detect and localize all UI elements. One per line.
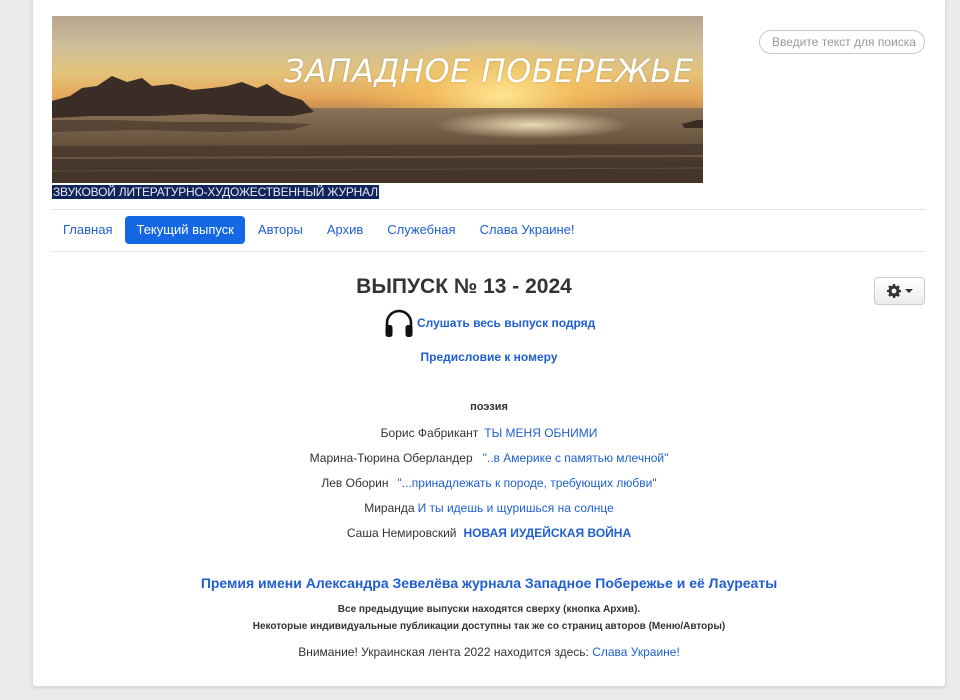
- header-banner[interactable]: ЗАПАДНОЕ ПОБЕРЕЖЬЕ: [52, 16, 703, 183]
- nav-tab-service[interactable]: Служебная: [376, 216, 466, 244]
- list-item: Марина-Тюрина Оберландер "..в Америке с п…: [33, 449, 945, 474]
- preface-link[interactable]: Предисловие к номеру: [33, 350, 945, 364]
- work-link[interactable]: НОВАЯ ИУДЕЙСКАЯ ВОЙНА: [464, 526, 632, 540]
- authors-note: Некоторые индивидуальные публикации дост…: [252, 621, 726, 632]
- list-item: Лев Оборин "...принадлежать к породе, тре…: [33, 474, 945, 499]
- search-input[interactable]: Введите текст для поиска: [759, 30, 925, 54]
- main-nav: Главная Текущий выпуск Авторы Архив Служ…: [52, 216, 587, 244]
- author-name: Саша Немировский: [346, 526, 457, 540]
- listen-all-label[interactable]: Слушать весь выпуск подряд: [417, 316, 595, 330]
- divider: [52, 251, 926, 252]
- author-name: Марина-Тюрина Оберландер: [309, 451, 473, 465]
- issue-title: ВЫПУСК № 13 - 2024: [356, 275, 572, 298]
- work-link[interactable]: ТЫ МЕНЯ ОБНИМИ: [484, 426, 597, 440]
- archive-note: Все предыдущие выпуски находятся сверху …: [337, 604, 641, 615]
- list-item: Миранда И ты идешь и щуришься на солнце: [33, 499, 945, 524]
- nav-tab-home[interactable]: Главная: [52, 216, 123, 244]
- poetry-list: Борис Фабрикант ТЫ МЕНЯ ОБНИМИ Марина-Тюр…: [33, 424, 945, 549]
- listen-all-link[interactable]: Слушать весь выпуск подряд: [383, 306, 595, 340]
- author-name: Миранда: [364, 501, 415, 515]
- nav-tab-current-issue[interactable]: Текущий выпуск: [125, 216, 245, 244]
- attention-text: Внимание! Украинская лента 2022 находитс…: [298, 645, 589, 659]
- prize-link[interactable]: Премия имени Александра Зевелёва журнала…: [33, 575, 945, 591]
- headphones-icon: [385, 309, 413, 337]
- list-item: Борис Фабрикант ТЫ МЕНЯ ОБНИМИ: [33, 424, 945, 449]
- page-container: ЗАПАДНОЕ ПОБЕРЕЖЬЕ ЗВУКОВОЙ ЛИТЕРАТУРНО-…: [32, 0, 946, 687]
- banner-rocks: [52, 76, 703, 183]
- author-name: Лев Оборин: [321, 476, 389, 490]
- work-link[interactable]: И ты идешь и щуришься на солнце: [418, 501, 614, 515]
- section-title-poetry: поэзия: [470, 401, 508, 413]
- divider: [52, 209, 926, 210]
- glory-ukraine-link[interactable]: Слава Украине!: [592, 645, 680, 659]
- nav-tab-authors[interactable]: Авторы: [247, 216, 314, 244]
- author-name: Борис Фабрикант: [380, 426, 479, 440]
- nav-tab-archive[interactable]: Архив: [316, 216, 374, 244]
- journal-subtitle: ЗВУКОВОЙ ЛИТЕРАТУРНО-ХУДОЖЕСТВЕННЫЙ ЖУРН…: [52, 185, 379, 199]
- attention-line: Внимание! Украинская лента 2022 находитс…: [33, 645, 945, 659]
- nav-tab-glory-ukraine[interactable]: Слава Украине!: [469, 216, 586, 244]
- list-item: Саша Немировский НОВАЯ ИУДЕЙСКАЯ ВОЙНА: [33, 524, 945, 549]
- work-link[interactable]: "...принадлежать к породе, требующих люб…: [398, 476, 657, 490]
- caret-down-icon: [904, 289, 913, 293]
- banner-title: ЗАПАДНОЕ ПОБЕРЕЖЬЕ: [284, 52, 694, 90]
- work-link[interactable]: "..в Америке с памятью млечной": [483, 451, 669, 465]
